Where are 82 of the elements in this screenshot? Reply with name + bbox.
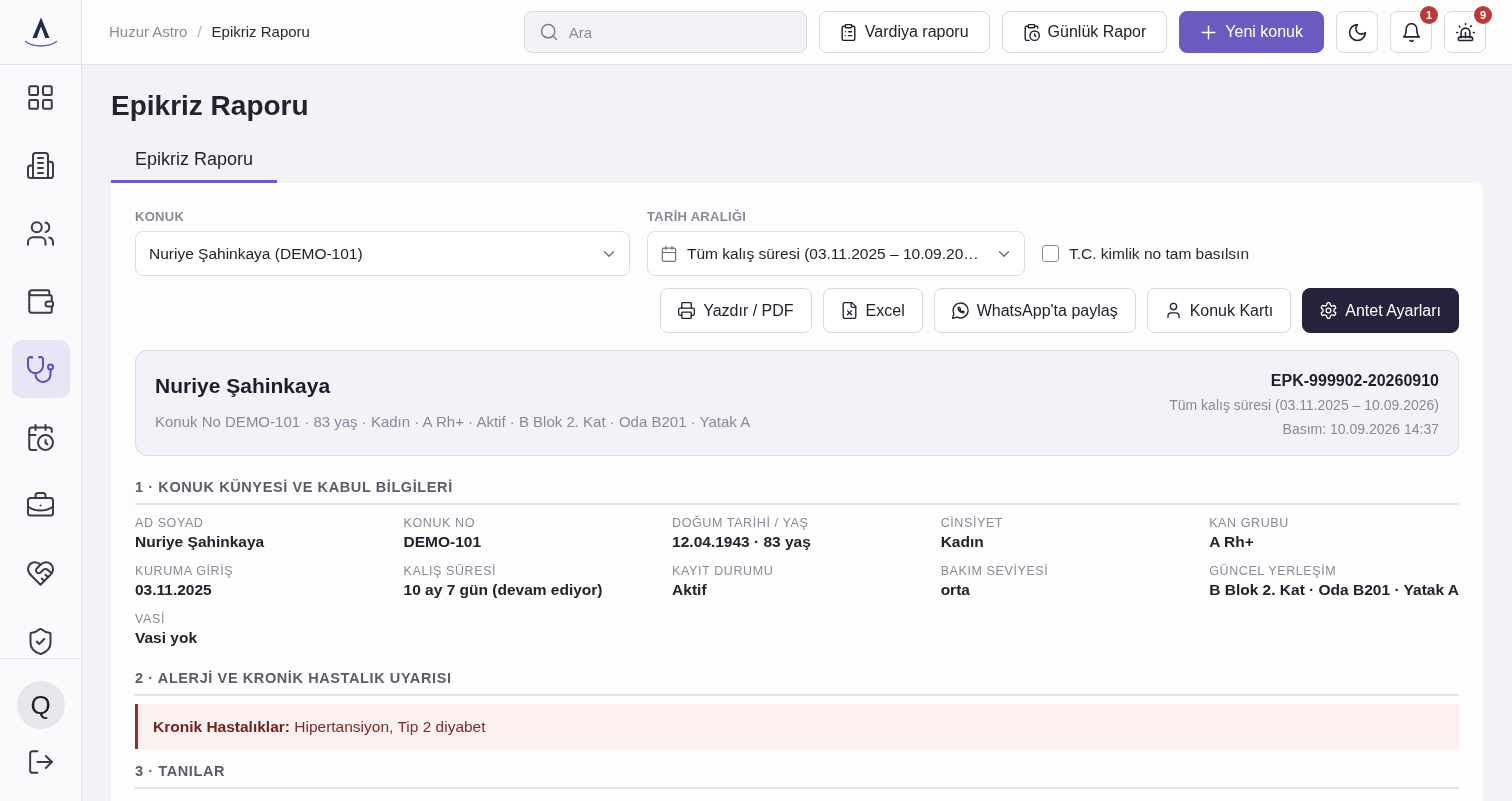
search-field[interactable]: Ara	[523, 11, 807, 53]
theme-toggle-button[interactable]	[1336, 11, 1378, 53]
breadcrumb-current: Epikriz Raporu	[211, 21, 310, 42]
field-value: Vasi yok	[135, 628, 199, 648]
field-label: KALIŞ SÜRESİ	[403, 564, 498, 579]
shift-report-button[interactable]: Vardiya raporu	[818, 11, 990, 53]
field-label: DOĞUM TARİHİ / YAŞ	[672, 516, 810, 531]
logout-button[interactable]	[27, 749, 54, 775]
user-avatar[interactable]: Q	[16, 681, 65, 729]
field-value: A Rh+	[1209, 532, 1255, 552]
page-title: Epikriz Raporu	[111, 89, 310, 123]
alarm-badge: 9	[1474, 6, 1492, 24]
clipboard-list-icon	[839, 23, 857, 41]
field-value: B Blok 2. Kat · Oda B201 · Yatak A	[1209, 580, 1459, 600]
field-label: KAYIT DURUMU	[672, 564, 775, 579]
stethoscope-icon	[27, 355, 54, 383]
patient-summary: Konuk No DEMO-101 · 83 yaş · Kadın · A Rh+ · Aktif · B Blok 2. Kat · Oda B201 · Yatak A	[155, 412, 751, 432]
grid-icon	[27, 83, 54, 111]
field-value: Kadın	[940, 532, 985, 552]
breadcrumb-separator: /	[197, 21, 202, 42]
field-label: BAKIM SEVİYESİ	[940, 564, 1050, 579]
calendar-icon	[661, 245, 677, 262]
field-label: VASİ	[135, 612, 166, 627]
date-range-select[interactable]: Tüm kalış süresi (03.11.2025 – 10.09.20…	[647, 231, 1025, 276]
field-label: TARİH ARALIĞI	[647, 209, 748, 224]
print-button[interactable]: Yazdır / PDF	[660, 288, 812, 333]
chronic-disease-alert: Kronik Hastalıklar: Hipertansiyon, Tip 2 diyabet	[135, 704, 1459, 749]
moon-icon	[1347, 22, 1367, 42]
field-label: KAN GRUBU	[1209, 516, 1290, 531]
user-icon	[1164, 302, 1182, 319]
field-value: orta	[940, 580, 971, 600]
guest-select[interactable]: Nuriye Şahinkaya (DEMO-101)	[135, 231, 630, 276]
section-heading: 2 · ALERJİ VE KRONİK HASTALIK UYARISI	[135, 670, 452, 686]
field-value: Nuriye Şahinkaya	[135, 532, 266, 552]
field-value: Aktif	[672, 580, 708, 600]
section-heading: 1 · KONUK KÜNYESİ VE KABUL BİLGİLERİ	[135, 479, 453, 495]
printer-icon	[678, 302, 696, 319]
share-button[interactable]: WhatsApp'ta paylaş	[933, 288, 1136, 333]
calendar-clock-icon	[27, 423, 54, 451]
building-icon	[27, 151, 54, 179]
guest-card-button[interactable]: Konuk Kartı	[1146, 288, 1292, 333]
breadcrumb-link[interactable]: Huzur Astro	[109, 20, 188, 44]
chat-bubble-icon	[951, 302, 969, 319]
logo-icon[interactable]	[23, 16, 58, 48]
alarm-button[interactable]	[1444, 11, 1486, 53]
field-label: KONUK NO	[403, 516, 477, 531]
shield-check-icon	[27, 627, 54, 655]
field-label: GÜNCEL YERLEŞİM	[1209, 564, 1338, 579]
daily-report-button[interactable]: Günlük Rapor	[1001, 11, 1168, 53]
field-label: AD SOYAD	[135, 516, 205, 531]
notifications-button[interactable]	[1390, 11, 1432, 53]
new-guest-button[interactable]: Yeni konuk	[1179, 11, 1324, 53]
tc-checkbox[interactable]	[1042, 245, 1059, 262]
users-icon	[27, 219, 54, 247]
patient-name: Nuriye Şahinkaya	[155, 373, 332, 399]
clipboard-clock-icon	[1022, 23, 1040, 41]
siren-icon	[1455, 22, 1475, 42]
field-value: 03.11.2025	[135, 580, 213, 600]
field-label: CİNSİYET	[940, 516, 1005, 531]
field-value: 12.04.1943 · 83 yaş	[672, 532, 812, 552]
field-value: DEMO-101	[403, 532, 483, 552]
letterhead-settings-button[interactable]: Antet Ayarları	[1302, 288, 1459, 333]
field-value: 10 ay 7 gün (devam ediyor)	[403, 580, 604, 600]
notification-badge: 1	[1420, 6, 1438, 24]
bell-icon	[1401, 22, 1421, 42]
print-date: Basım: 10.09.2026 14:37	[1281, 420, 1439, 439]
field-label: KONUK	[135, 209, 186, 224]
report-period: Tüm kalış süresi (03.11.2025 – 10.09.2026)	[1169, 396, 1439, 415]
checkbox-label: T.C. kimlik no tam basılsın	[1069, 243, 1250, 264]
excel-button[interactable]: Excel	[822, 288, 923, 333]
settings-icon	[1320, 302, 1338, 319]
report-code: EPK-999902-20260910	[1269, 371, 1439, 391]
search-icon	[539, 23, 558, 41]
heart-handshake-icon	[27, 559, 54, 587]
spreadsheet-file-icon	[840, 302, 858, 319]
logout-icon	[27, 749, 54, 775]
wallet-icon	[27, 287, 54, 315]
plus-icon	[1200, 23, 1218, 41]
section-heading: 3 · TANILAR	[135, 763, 226, 779]
field-label: KURUMA GİRİŞ	[135, 564, 235, 579]
sidebar-nav-button[interactable]	[11, 340, 70, 398]
briefcase-icon	[27, 491, 54, 519]
